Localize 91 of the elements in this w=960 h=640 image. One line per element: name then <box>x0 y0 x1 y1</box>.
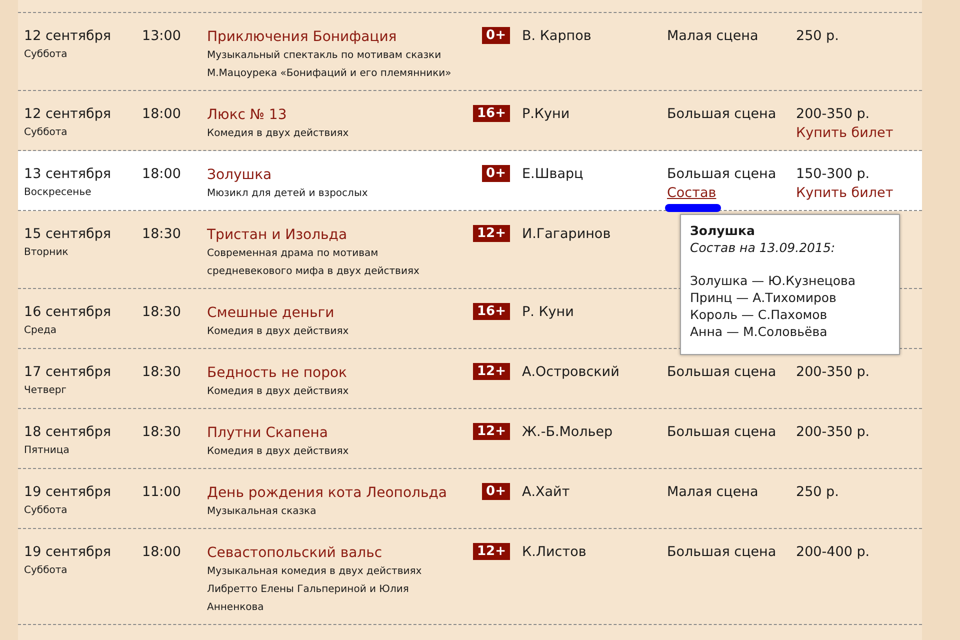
buy-ticket-link[interactable]: Купить билет <box>796 124 894 142</box>
event-date: 16 сентября <box>24 303 112 322</box>
event-author: Ж.-Б.Мольер <box>521 423 614 442</box>
event-title-link[interactable]: Люкс № 13 <box>207 107 287 123</box>
age-rating-badge: 0+ <box>482 165 510 182</box>
event-author: Р. Куни <box>521 303 575 322</box>
event-stage: Большая сцена <box>667 423 776 442</box>
event-weekday: Вторник <box>24 246 70 260</box>
event-title-link[interactable]: День рождения кота Леопольда <box>207 485 447 501</box>
event-price: 150-300 р. <box>796 165 870 184</box>
event-date: 19 сентября <box>24 543 112 562</box>
event-time: 18:30 <box>142 423 182 442</box>
event-date: 12 сентября <box>24 27 112 46</box>
age-rating-badge: 12+ <box>473 363 510 380</box>
age-rating-badge: 12+ <box>473 225 510 242</box>
event-date: 19 сентября <box>24 483 112 502</box>
event-price: 200-350 р. <box>796 363 870 382</box>
cast-line: Король — С.Пахомов <box>690 306 828 323</box>
age-rating-badge: 0+ <box>482 27 510 44</box>
event-time: 18:00 <box>142 165 182 184</box>
event-description: Мюзикл для детей и взрослых <box>207 187 369 201</box>
event-stage: Малая сцена <box>667 27 758 46</box>
event-description: Современная драма по мотивам <box>207 247 380 261</box>
event-price: 250 р. <box>796 483 839 502</box>
tooltip-subtitle: Состав на 13.09.2015: <box>690 239 836 256</box>
event-title-link[interactable]: Бедность не порок <box>207 365 348 381</box>
event-title-link[interactable]: Севастопольский вальс <box>207 545 382 561</box>
event-stage: Большая сцена <box>667 105 776 124</box>
event-description: Музыкальный спектакль по мотивам сказки <box>207 49 442 63</box>
event-weekday: Среда <box>24 324 58 338</box>
cast-link[interactable]: Состав <box>667 184 716 202</box>
event-author: А.Островский <box>521 363 620 382</box>
event-time: 18:30 <box>142 363 182 382</box>
event-title-link[interactable]: Смешные деньги <box>207 305 334 321</box>
event-price: 200-350 р. <box>796 105 870 124</box>
event-author: К.Листов <box>521 543 588 562</box>
event-stage: Большая сцена <box>667 363 776 382</box>
highlight-mark <box>665 204 721 212</box>
event-description: Комедия в двух действиях <box>207 445 350 459</box>
event-time: 18:00 <box>142 105 182 124</box>
event-date: 13 сентября <box>24 165 112 184</box>
age-rating-badge: 12+ <box>473 423 510 440</box>
cast-line: Анна — М.Соловьёва <box>690 323 828 340</box>
event-time: 11:00 <box>142 483 182 502</box>
event-description: Анненкова <box>207 601 265 615</box>
event-weekday: Воскресенье <box>24 186 92 200</box>
event-weekday: Суббота <box>24 504 68 518</box>
event-description: Либретто Елены Гальпериной и Юлия <box>207 583 410 597</box>
event-title-link[interactable]: Золушка <box>207 167 272 183</box>
event-time: 18:30 <box>142 225 182 244</box>
cast-line: Принц — А.Тихомиров <box>690 289 838 306</box>
event-weekday: Пятница <box>24 444 70 458</box>
event-title-link[interactable]: Тристан и Изольда <box>207 227 348 243</box>
event-description: Комедия в двух действиях <box>207 127 350 141</box>
buy-ticket-link[interactable]: Купить билет <box>796 184 894 202</box>
event-author: Р.Куни <box>521 105 571 124</box>
event-date: 12 сентября <box>24 105 112 124</box>
event-title-link[interactable]: Приключения Бонифация <box>207 29 397 45</box>
event-description: Музыкальная комедия в двух действиях <box>207 565 423 579</box>
age-rating-badge: 12+ <box>473 543 510 560</box>
event-weekday: Суббота <box>24 48 68 62</box>
event-description: Комедия в двух действиях <box>207 385 350 399</box>
event-description: Музыкальная сказка <box>207 505 318 519</box>
age-rating-badge: 0+ <box>482 483 510 500</box>
event-price: 200-350 р. <box>796 423 870 442</box>
event-author: И.Гагаринов <box>521 225 612 244</box>
cast-line: Золушка — Ю.Кузнецова <box>690 272 857 289</box>
event-price: 200-400 р. <box>796 543 870 562</box>
event-price: 250 р. <box>796 27 839 46</box>
event-description: Комедия в двух действиях <box>207 325 350 339</box>
event-description: средневекового мифа в двух действиях <box>207 265 420 279</box>
event-date: 18 сентября <box>24 423 112 442</box>
event-weekday: Суббота <box>24 564 68 578</box>
event-author: А.Хайт <box>521 483 571 502</box>
event-title-link[interactable]: Плутни Скапена <box>207 425 328 441</box>
tooltip-title: Золушка <box>690 222 756 239</box>
age-rating-badge: 16+ <box>473 105 510 122</box>
event-stage: Большая сцена <box>667 165 776 184</box>
age-rating-badge: 16+ <box>473 303 510 320</box>
event-description: М.Мацоурека «Бонифаций и его племянники» <box>207 67 452 81</box>
event-stage: Малая сцена <box>667 483 758 502</box>
event-time: 18:30 <box>142 303 182 322</box>
event-time: 18:00 <box>142 543 182 562</box>
event-date: 15 сентября <box>24 225 112 244</box>
event-author: В. Карпов <box>521 27 592 46</box>
event-weekday: Суббота <box>24 126 68 140</box>
event-author: Е.Шварц <box>521 165 584 184</box>
event-time: 13:00 <box>142 27 182 46</box>
event-stage: Большая сцена <box>667 543 776 562</box>
event-date: 17 сентября <box>24 363 112 382</box>
event-weekday: Четверг <box>24 384 68 398</box>
